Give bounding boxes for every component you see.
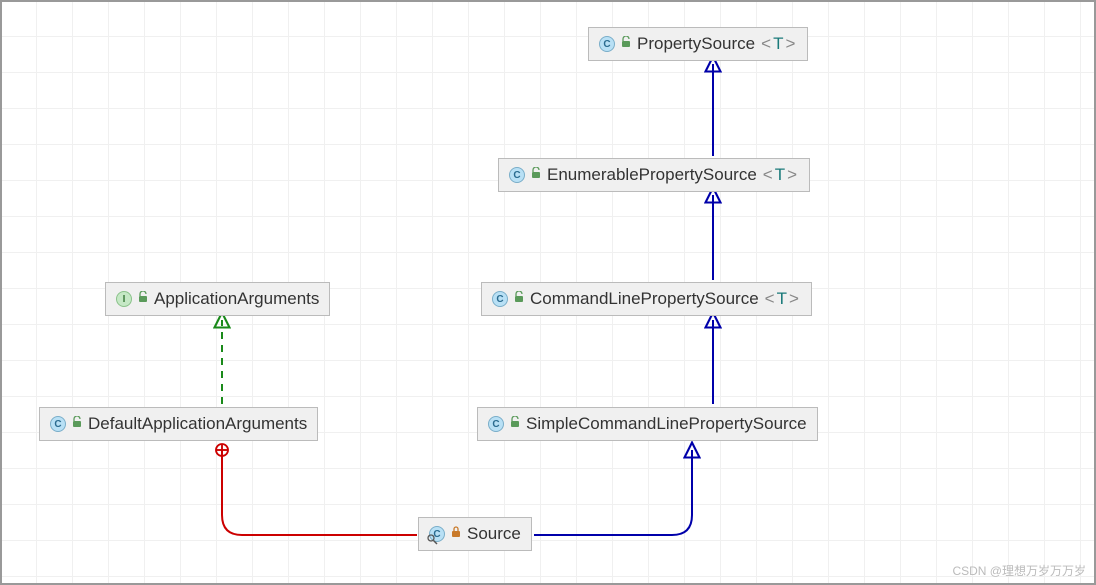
lock-open-icon [531, 166, 541, 184]
node-source[interactable]: C Source [418, 517, 532, 551]
node-application-arguments[interactable]: I ApplicationArguments [105, 282, 330, 316]
node-label: Source [467, 524, 521, 544]
lock-open-icon [621, 35, 631, 53]
node-label: PropertySource [637, 34, 755, 54]
lock-open-icon [72, 415, 82, 433]
lock-open-icon [514, 290, 524, 308]
interface-icon: I [116, 291, 132, 307]
lock-open-icon [138, 290, 148, 308]
class-icon: C [50, 416, 66, 432]
node-label: CommandLinePropertySource [530, 289, 759, 309]
node-label: SimpleCommandLinePropertySource [526, 414, 807, 434]
class-icon: C [599, 36, 615, 52]
class-icon: C [509, 167, 525, 183]
class-icon: C [429, 526, 445, 542]
node-enumerable-property-source[interactable]: C EnumerablePropertySource <T> [498, 158, 810, 192]
class-icon: C [492, 291, 508, 307]
class-icon: C [488, 416, 504, 432]
node-command-line-property-source[interactable]: C CommandLinePropertySource <T> [481, 282, 812, 316]
watermark: CSDN @理想万岁万万岁 [952, 562, 1086, 579]
generic-param: <T> [763, 165, 799, 185]
node-default-application-arguments[interactable]: C DefaultApplicationArguments [39, 407, 318, 441]
lock-open-icon [510, 415, 520, 433]
lock-closed-icon [451, 525, 461, 543]
generic-param: <T> [761, 34, 797, 54]
generic-param: <T> [765, 289, 801, 309]
search-badge-icon [426, 533, 438, 545]
node-property-source[interactable]: C PropertySource <T> [588, 27, 808, 61]
node-label: DefaultApplicationArguments [88, 414, 307, 434]
node-label: EnumerablePropertySource [547, 165, 757, 185]
node-simple-command-line-property-source[interactable]: C SimpleCommandLinePropertySource [477, 407, 818, 441]
node-label: ApplicationArguments [154, 289, 319, 309]
